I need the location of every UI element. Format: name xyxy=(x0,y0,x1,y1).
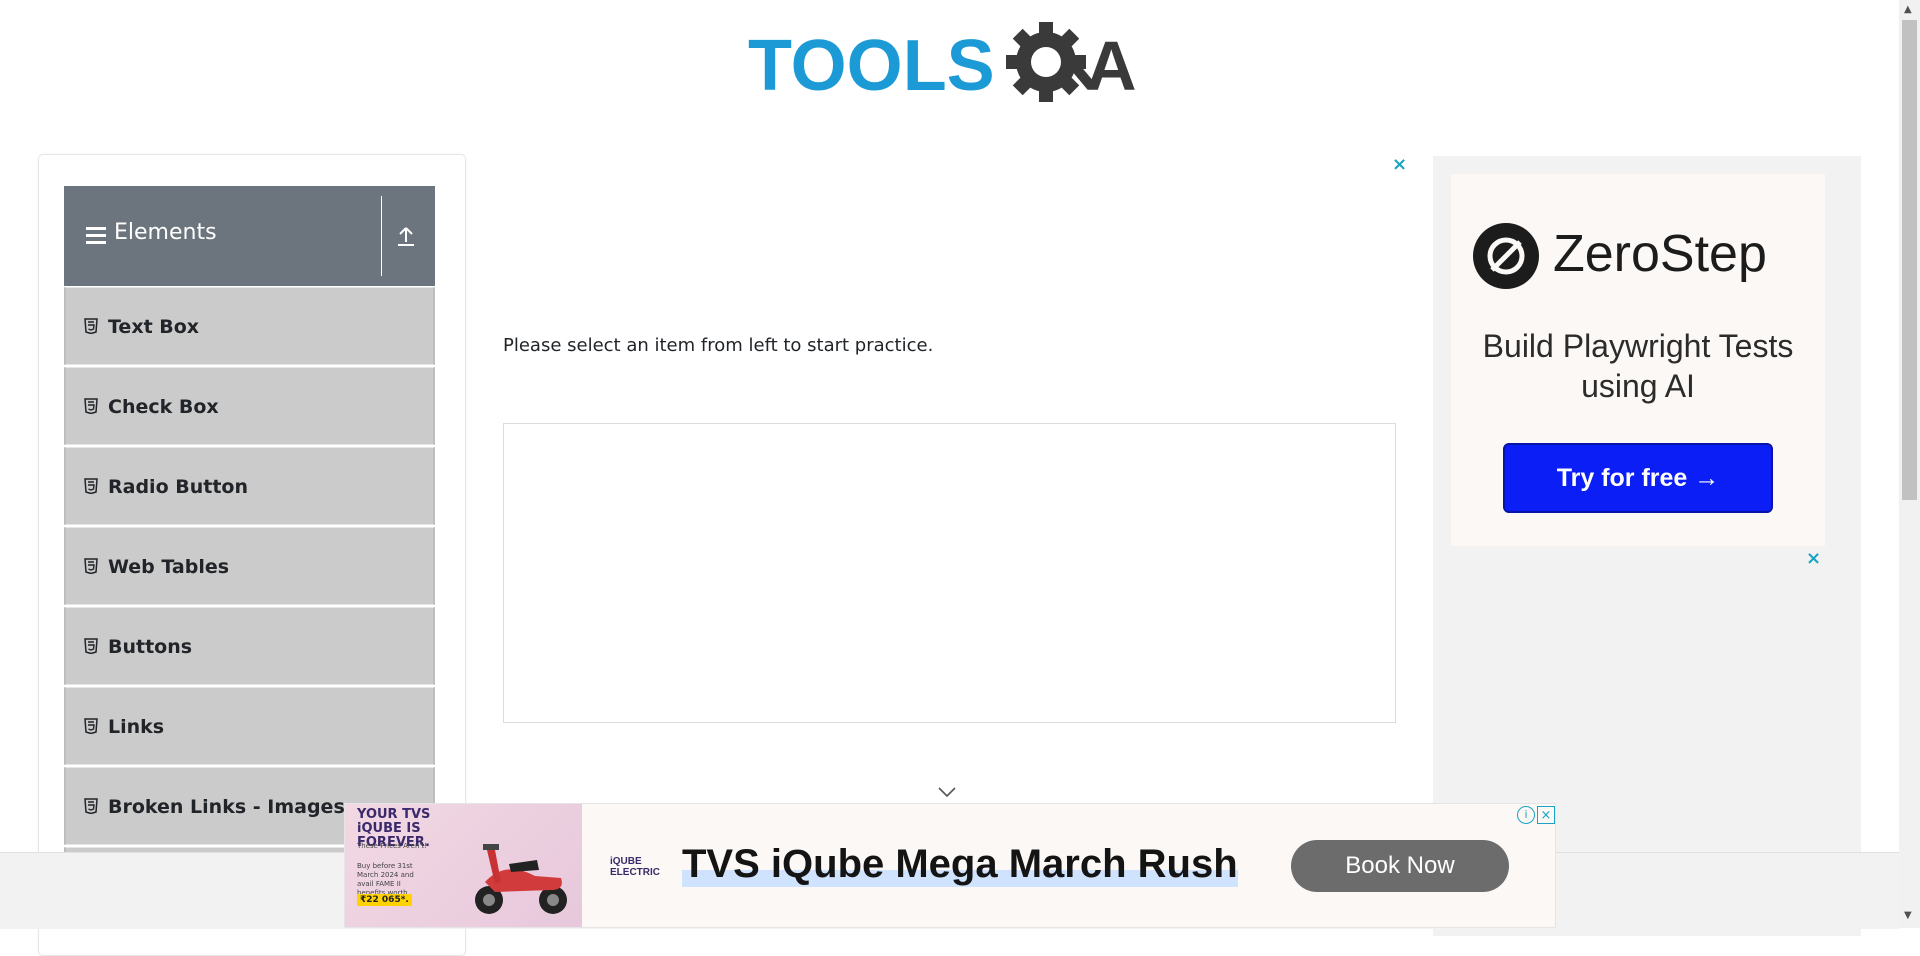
practice-instruction: Please select an item from left to start… xyxy=(503,335,934,356)
book-now-button[interactable]: Book Now xyxy=(1291,840,1509,892)
scroll-down-arrow-icon[interactable]: ▼ xyxy=(1904,910,1912,921)
html5-icon xyxy=(84,398,98,414)
promo-detail: Buy before 31st March 2024 and avail FAM… xyxy=(357,862,414,897)
html5-icon xyxy=(84,638,98,654)
html5-icon xyxy=(84,318,98,334)
menu-item-label: Buttons xyxy=(108,636,193,658)
banner-headline[interactable]: TVS iQube Mega March Rush xyxy=(682,842,1238,887)
menu-item-radio-button[interactable]: Radio Button xyxy=(64,447,435,525)
zerostep-headline: Build Playwright Tests using AI xyxy=(1482,328,1794,404)
hamburger-icon xyxy=(86,227,106,244)
promo-price: ₹22 065*. xyxy=(357,894,412,906)
chevron-down-icon[interactable] xyxy=(937,786,957,798)
menu-item-label: Broken Links - Images xyxy=(108,796,345,818)
menu-item-text-box[interactable]: Text Box xyxy=(64,287,435,365)
ad-close-icon[interactable]: × xyxy=(1537,806,1555,824)
content-ad-frame xyxy=(503,423,1396,723)
menu-item-label: Check Box xyxy=(108,396,219,418)
html5-icon xyxy=(84,718,98,734)
elements-group-header[interactable]: Elements xyxy=(64,186,435,286)
toolsqa-logo[interactable]: TOOLS A xyxy=(748,18,1158,114)
html5-icon xyxy=(84,478,98,494)
menu-item-label: Web Tables xyxy=(108,556,230,578)
ad-info-icon[interactable]: i xyxy=(1517,806,1535,824)
zerostep-brand: ZeroStep xyxy=(1553,225,1767,283)
html5-icon xyxy=(84,558,98,574)
menu-item-label: Links xyxy=(108,716,165,738)
collapse-up-icon[interactable] xyxy=(394,224,418,248)
menu-item-label: Radio Button xyxy=(108,476,248,498)
menu-item-buttons[interactable]: Buttons xyxy=(64,607,435,685)
tvs-banner-ad[interactable]: YOUR TVS iQUBE IS FOREVER. These Prices … xyxy=(344,803,1556,928)
ad-close-icon[interactable]: × xyxy=(1392,154,1407,175)
scroll-thumb[interactable] xyxy=(1902,20,1917,500)
logo-a-text: A xyxy=(1086,27,1137,105)
promo-sub: These Prices Aren't! xyxy=(357,842,427,850)
menu-item-check-box[interactable]: Check Box xyxy=(64,367,435,445)
logo-tools-text: TOOLS xyxy=(748,26,995,106)
header-divider xyxy=(381,196,382,276)
iqube-logo: iQUBE ELECTRIC xyxy=(610,856,660,878)
try-for-free-button[interactable]: Try for free → xyxy=(1503,443,1773,513)
scooter-image-icon xyxy=(475,844,567,914)
page-scrollbar[interactable]: ▲ ▼ xyxy=(1899,0,1920,928)
menu-item-web-tables[interactable]: Web Tables xyxy=(64,527,435,605)
zerostep-logo-icon xyxy=(1473,223,1539,289)
menu-item-label: Text Box xyxy=(108,316,200,338)
ad-close-icon[interactable]: × xyxy=(1806,548,1821,569)
scroll-up-arrow-icon[interactable]: ▲ xyxy=(1904,4,1912,15)
group-title: Elements xyxy=(114,220,217,245)
menu-item-links[interactable]: Links xyxy=(64,687,435,765)
html5-icon xyxy=(84,798,98,814)
gear-icon xyxy=(1006,22,1096,102)
tvs-promo-image: YOUR TVS iQUBE IS FOREVER. These Prices … xyxy=(345,804,582,927)
